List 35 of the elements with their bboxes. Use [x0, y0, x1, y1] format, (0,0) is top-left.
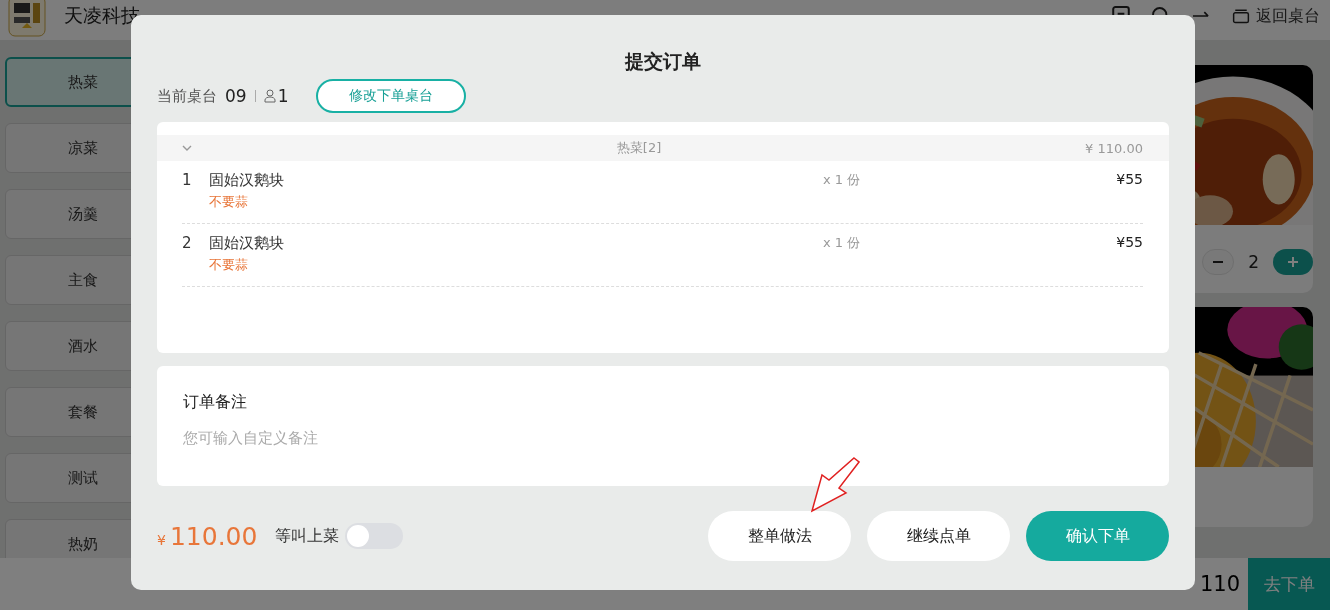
- logo-icon: [8, 0, 46, 37]
- decrease-button[interactable]: [1202, 249, 1235, 275]
- item-note: 不要蒜: [209, 193, 249, 211]
- header-action[interactable]: 返回桌台: [1232, 5, 1320, 27]
- wait-serve-label: 等叫上菜: [275, 525, 340, 547]
- item-name: 固始汉鹅块: [209, 171, 285, 190]
- remark-field[interactable]: 您可输入自定义备注: [183, 429, 583, 447]
- dialog-title: 提交订单: [625, 49, 701, 73]
- change-table-button[interactable]: 修改下单桌台: [316, 79, 467, 113]
- item-price: ¥55: [1115, 171, 1143, 189]
- remark-label: 订单备注: [183, 392, 248, 413]
- item-quantity: x 1 份: [823, 171, 862, 189]
- item-index: 2: [182, 234, 193, 254]
- wait-serve-toggle[interactable]: [345, 523, 404, 549]
- item-index: 1: [182, 171, 193, 191]
- action-button[interactable]: 确认下单: [1026, 511, 1169, 561]
- plus-icon: [1287, 256, 1299, 268]
- checkout-button[interactable]: 去下单: [1248, 558, 1330, 610]
- minus-icon: [1212, 261, 1225, 263]
- item-quantity: x 1 份: [823, 234, 862, 252]
- person-icon: [263, 89, 276, 103]
- guest-count: 1: [277, 86, 289, 106]
- group-header[interactable]: 热菜[2] ¥ 110.00: [157, 135, 1169, 161]
- action-button[interactable]: 整单做法: [708, 511, 851, 561]
- cart-total: 110: [1199, 572, 1240, 596]
- table-number: 09: [225, 86, 247, 106]
- action-button[interactable]: 继续点单: [867, 511, 1010, 561]
- group-subtotal: ¥ 110.00: [1085, 140, 1143, 156]
- item-note: 不要蒜: [209, 256, 249, 274]
- order-total: ¥ 110.00: [157, 521, 258, 551]
- group-name: 热菜[2]: [615, 139, 663, 157]
- item-price: ¥55: [1115, 234, 1143, 252]
- item-name: 固始汉鹅块: [209, 234, 285, 253]
- quantity: 2: [1248, 252, 1259, 272]
- table-label: 当前桌台: [157, 86, 217, 106]
